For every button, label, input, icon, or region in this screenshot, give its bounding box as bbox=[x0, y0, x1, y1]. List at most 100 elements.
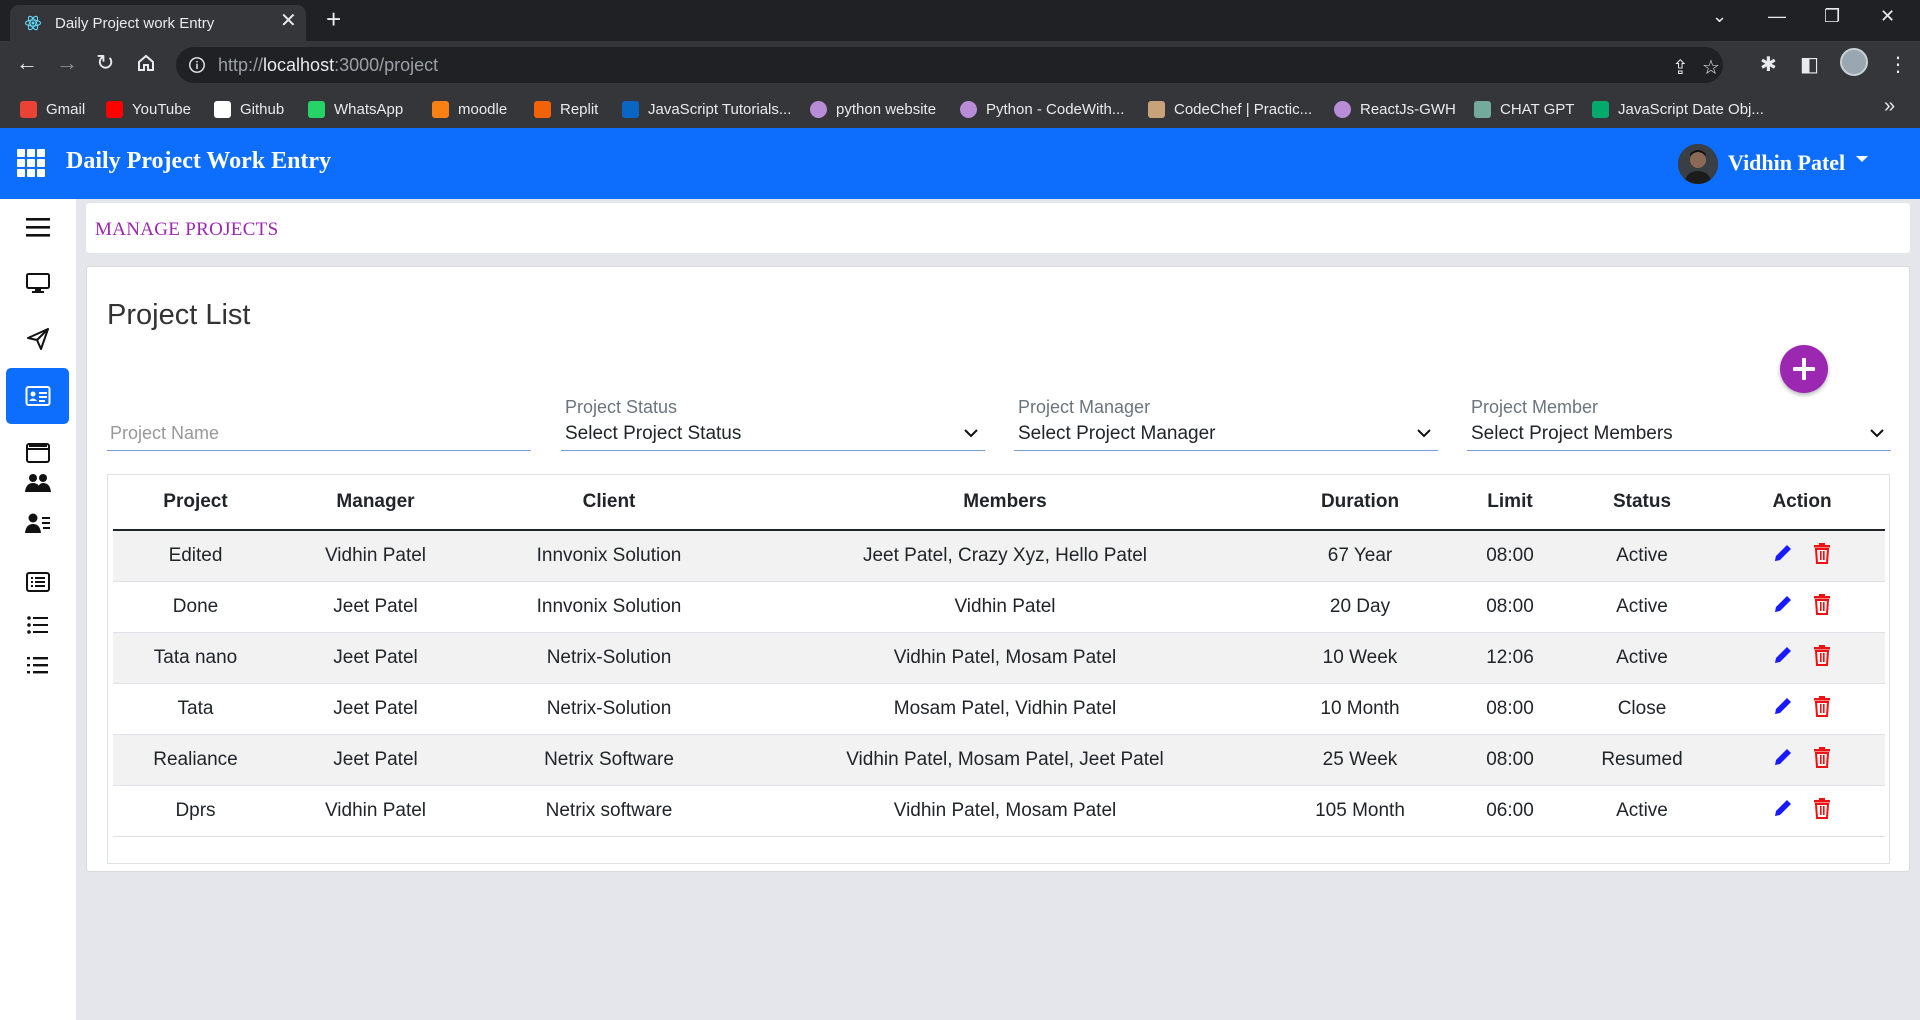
id-card-icon bbox=[25, 386, 50, 406]
side-panel-icon[interactable]: ◧ bbox=[1800, 52, 1819, 77]
user-avatar[interactable] bbox=[1678, 144, 1718, 184]
sidebar-item-projects[interactable] bbox=[6, 368, 69, 424]
add-project-button[interactable] bbox=[1780, 345, 1828, 393]
cell-limit: 08:00 bbox=[1455, 530, 1565, 582]
cell-project: Dprs bbox=[113, 785, 278, 837]
sidebar-item-reports[interactable] bbox=[6, 559, 69, 605]
bookmark-python-codewith[interactable]: Python - CodeWith... bbox=[960, 98, 1124, 120]
minimize-icon[interactable]: — bbox=[1768, 6, 1786, 27]
sidebar-item-send[interactable] bbox=[6, 311, 69, 367]
column-header[interactable]: Status bbox=[1565, 475, 1719, 531]
cell-action bbox=[1719, 530, 1885, 582]
delete-trash-icon[interactable] bbox=[1812, 746, 1832, 768]
bookmark-chat-gpt[interactable]: CHAT GPT bbox=[1474, 98, 1574, 120]
bookmark-reactjs-gwh[interactable]: ReactJs-GWH bbox=[1334, 98, 1456, 120]
sidebar-item-team[interactable] bbox=[6, 463, 69, 503]
cell-limit: 08:00 bbox=[1455, 734, 1565, 786]
reload-icon[interactable]: ↻ bbox=[96, 51, 114, 75]
bookmark-moodle[interactable]: moodle bbox=[432, 98, 507, 120]
project-table-container: Project Manager Client Members Duration … bbox=[107, 474, 1890, 864]
sidebar-item-tasks[interactable] bbox=[6, 645, 69, 685]
sidebar-item-list[interactable] bbox=[6, 605, 69, 645]
bookmark-javascript-tutorials[interactable]: JavaScript Tutorials... bbox=[622, 98, 791, 120]
sidebar-item-members[interactable] bbox=[6, 503, 69, 543]
cell-members: Mosam Patel, Vidhin Patel bbox=[745, 683, 1265, 735]
delete-trash-icon[interactable] bbox=[1812, 644, 1832, 666]
bookmark-youtube[interactable]: YouTube bbox=[106, 98, 191, 120]
address-bar[interactable]: http://localhost:3000/project ⇪ ☆ bbox=[176, 47, 1723, 83]
project-manager-select[interactable]: Select Project Manager bbox=[1018, 423, 1216, 445]
back-icon[interactable]: ← bbox=[16, 51, 38, 75]
extensions-icon[interactable]: ✱ bbox=[1760, 52, 1777, 77]
browser-tab[interactable]: Daily Project work Entry ✕ bbox=[10, 5, 306, 41]
edit-pencil-icon[interactable] bbox=[1772, 695, 1794, 717]
bookmark-whatsapp[interactable]: WhatsApp bbox=[308, 98, 403, 120]
more-bookmarks-icon[interactable]: » bbox=[1884, 95, 1895, 118]
edit-pencil-icon[interactable] bbox=[1772, 644, 1794, 666]
tab-search-icon[interactable]: ⌄ bbox=[1712, 6, 1727, 27]
caret-down-icon[interactable] bbox=[1856, 156, 1868, 162]
url-text[interactable]: http://localhost:3000/project bbox=[218, 55, 438, 76]
edit-pencil-icon[interactable] bbox=[1772, 797, 1794, 819]
close-window-icon[interactable]: ✕ bbox=[1880, 6, 1895, 27]
bookmark-github[interactable]: Github bbox=[214, 98, 284, 120]
menu-icon bbox=[25, 218, 50, 237]
column-header[interactable]: Client bbox=[473, 475, 745, 531]
delete-trash-icon[interactable] bbox=[1812, 542, 1832, 564]
cell-project: Tata bbox=[113, 683, 278, 735]
delete-trash-icon[interactable] bbox=[1812, 797, 1832, 819]
restore-icon[interactable]: ❐ bbox=[1824, 6, 1840, 27]
bookmark-codechef[interactable]: CodeChef | Practic... bbox=[1148, 98, 1312, 120]
browser-toolbar: ← → ↻ http://localhost:3000/project ⇪ ☆ … bbox=[0, 41, 1920, 89]
bookmark-gmail[interactable]: Gmail bbox=[20, 98, 85, 120]
column-header[interactable]: Manager bbox=[278, 475, 473, 531]
close-tab-icon[interactable]: ✕ bbox=[280, 11, 297, 31]
cell-limit: 12:06 bbox=[1455, 632, 1565, 684]
bookmark-python-website[interactable]: python website bbox=[810, 98, 936, 120]
home-icon[interactable] bbox=[136, 53, 156, 73]
cell-action bbox=[1719, 734, 1885, 786]
breadcrumb-title: MANAGE PROJECTS bbox=[95, 219, 279, 240]
column-header[interactable]: Project bbox=[113, 475, 278, 531]
sidebar bbox=[0, 199, 76, 1020]
github-icon bbox=[214, 100, 231, 118]
column-header[interactable]: Duration bbox=[1265, 475, 1455, 531]
bookmark-star-icon[interactable]: ☆ bbox=[1702, 55, 1720, 80]
sidebar-item-menu[interactable] bbox=[6, 199, 69, 255]
sidebar-item-dashboard[interactable] bbox=[6, 255, 69, 311]
chevron-down-icon bbox=[964, 429, 978, 438]
chatgpt-icon bbox=[1474, 100, 1491, 118]
filter-label: Project Member bbox=[1471, 397, 1599, 417]
bookmark-replit[interactable]: Replit bbox=[534, 98, 598, 120]
column-header[interactable]: Limit bbox=[1455, 475, 1565, 531]
bookmark-javascript-date[interactable]: JavaScript Date Obj... bbox=[1592, 98, 1764, 120]
project-status-select[interactable]: Select Project Status bbox=[565, 423, 741, 445]
share-icon[interactable]: ⇪ bbox=[1672, 55, 1689, 80]
project-manager-filter[interactable]: Project Manager Select Project Manager bbox=[1014, 395, 1438, 451]
project-member-select[interactable]: Select Project Members bbox=[1471, 423, 1673, 445]
app-header: Daily Project Work Entry Vidhin Patel bbox=[0, 128, 1920, 199]
delete-trash-icon[interactable] bbox=[1812, 593, 1832, 615]
cell-limit: 08:00 bbox=[1455, 683, 1565, 735]
browser-profile-avatar[interactable] bbox=[1840, 48, 1868, 76]
delete-trash-icon[interactable] bbox=[1812, 695, 1832, 717]
project-status-filter[interactable]: Project Status Select Project Status bbox=[561, 395, 985, 451]
edit-pencil-icon[interactable] bbox=[1772, 746, 1794, 768]
user-list-icon bbox=[24, 513, 50, 533]
project-name-input[interactable] bbox=[107, 417, 531, 449]
apps-grid-icon[interactable] bbox=[17, 149, 45, 177]
browser-menu-icon[interactable]: ⋮ bbox=[1888, 52, 1908, 77]
project-member-filter[interactable]: Project Member Select Project Members bbox=[1467, 395, 1891, 451]
column-header[interactable]: Members bbox=[745, 475, 1265, 531]
cell-client: Netrix Software bbox=[473, 734, 745, 786]
window-icon bbox=[25, 443, 50, 463]
new-tab-icon[interactable]: + bbox=[326, 6, 341, 32]
forward-icon[interactable]: → bbox=[56, 51, 78, 75]
user-name[interactable]: Vidhin Patel bbox=[1728, 150, 1845, 176]
column-header: Action bbox=[1719, 475, 1885, 531]
edit-pencil-icon[interactable] bbox=[1772, 542, 1794, 564]
cell-duration: 25 Week bbox=[1265, 734, 1455, 786]
cell-client: Netrix software bbox=[473, 785, 745, 837]
edit-pencil-icon[interactable] bbox=[1772, 593, 1794, 615]
info-icon[interactable] bbox=[188, 56, 206, 74]
